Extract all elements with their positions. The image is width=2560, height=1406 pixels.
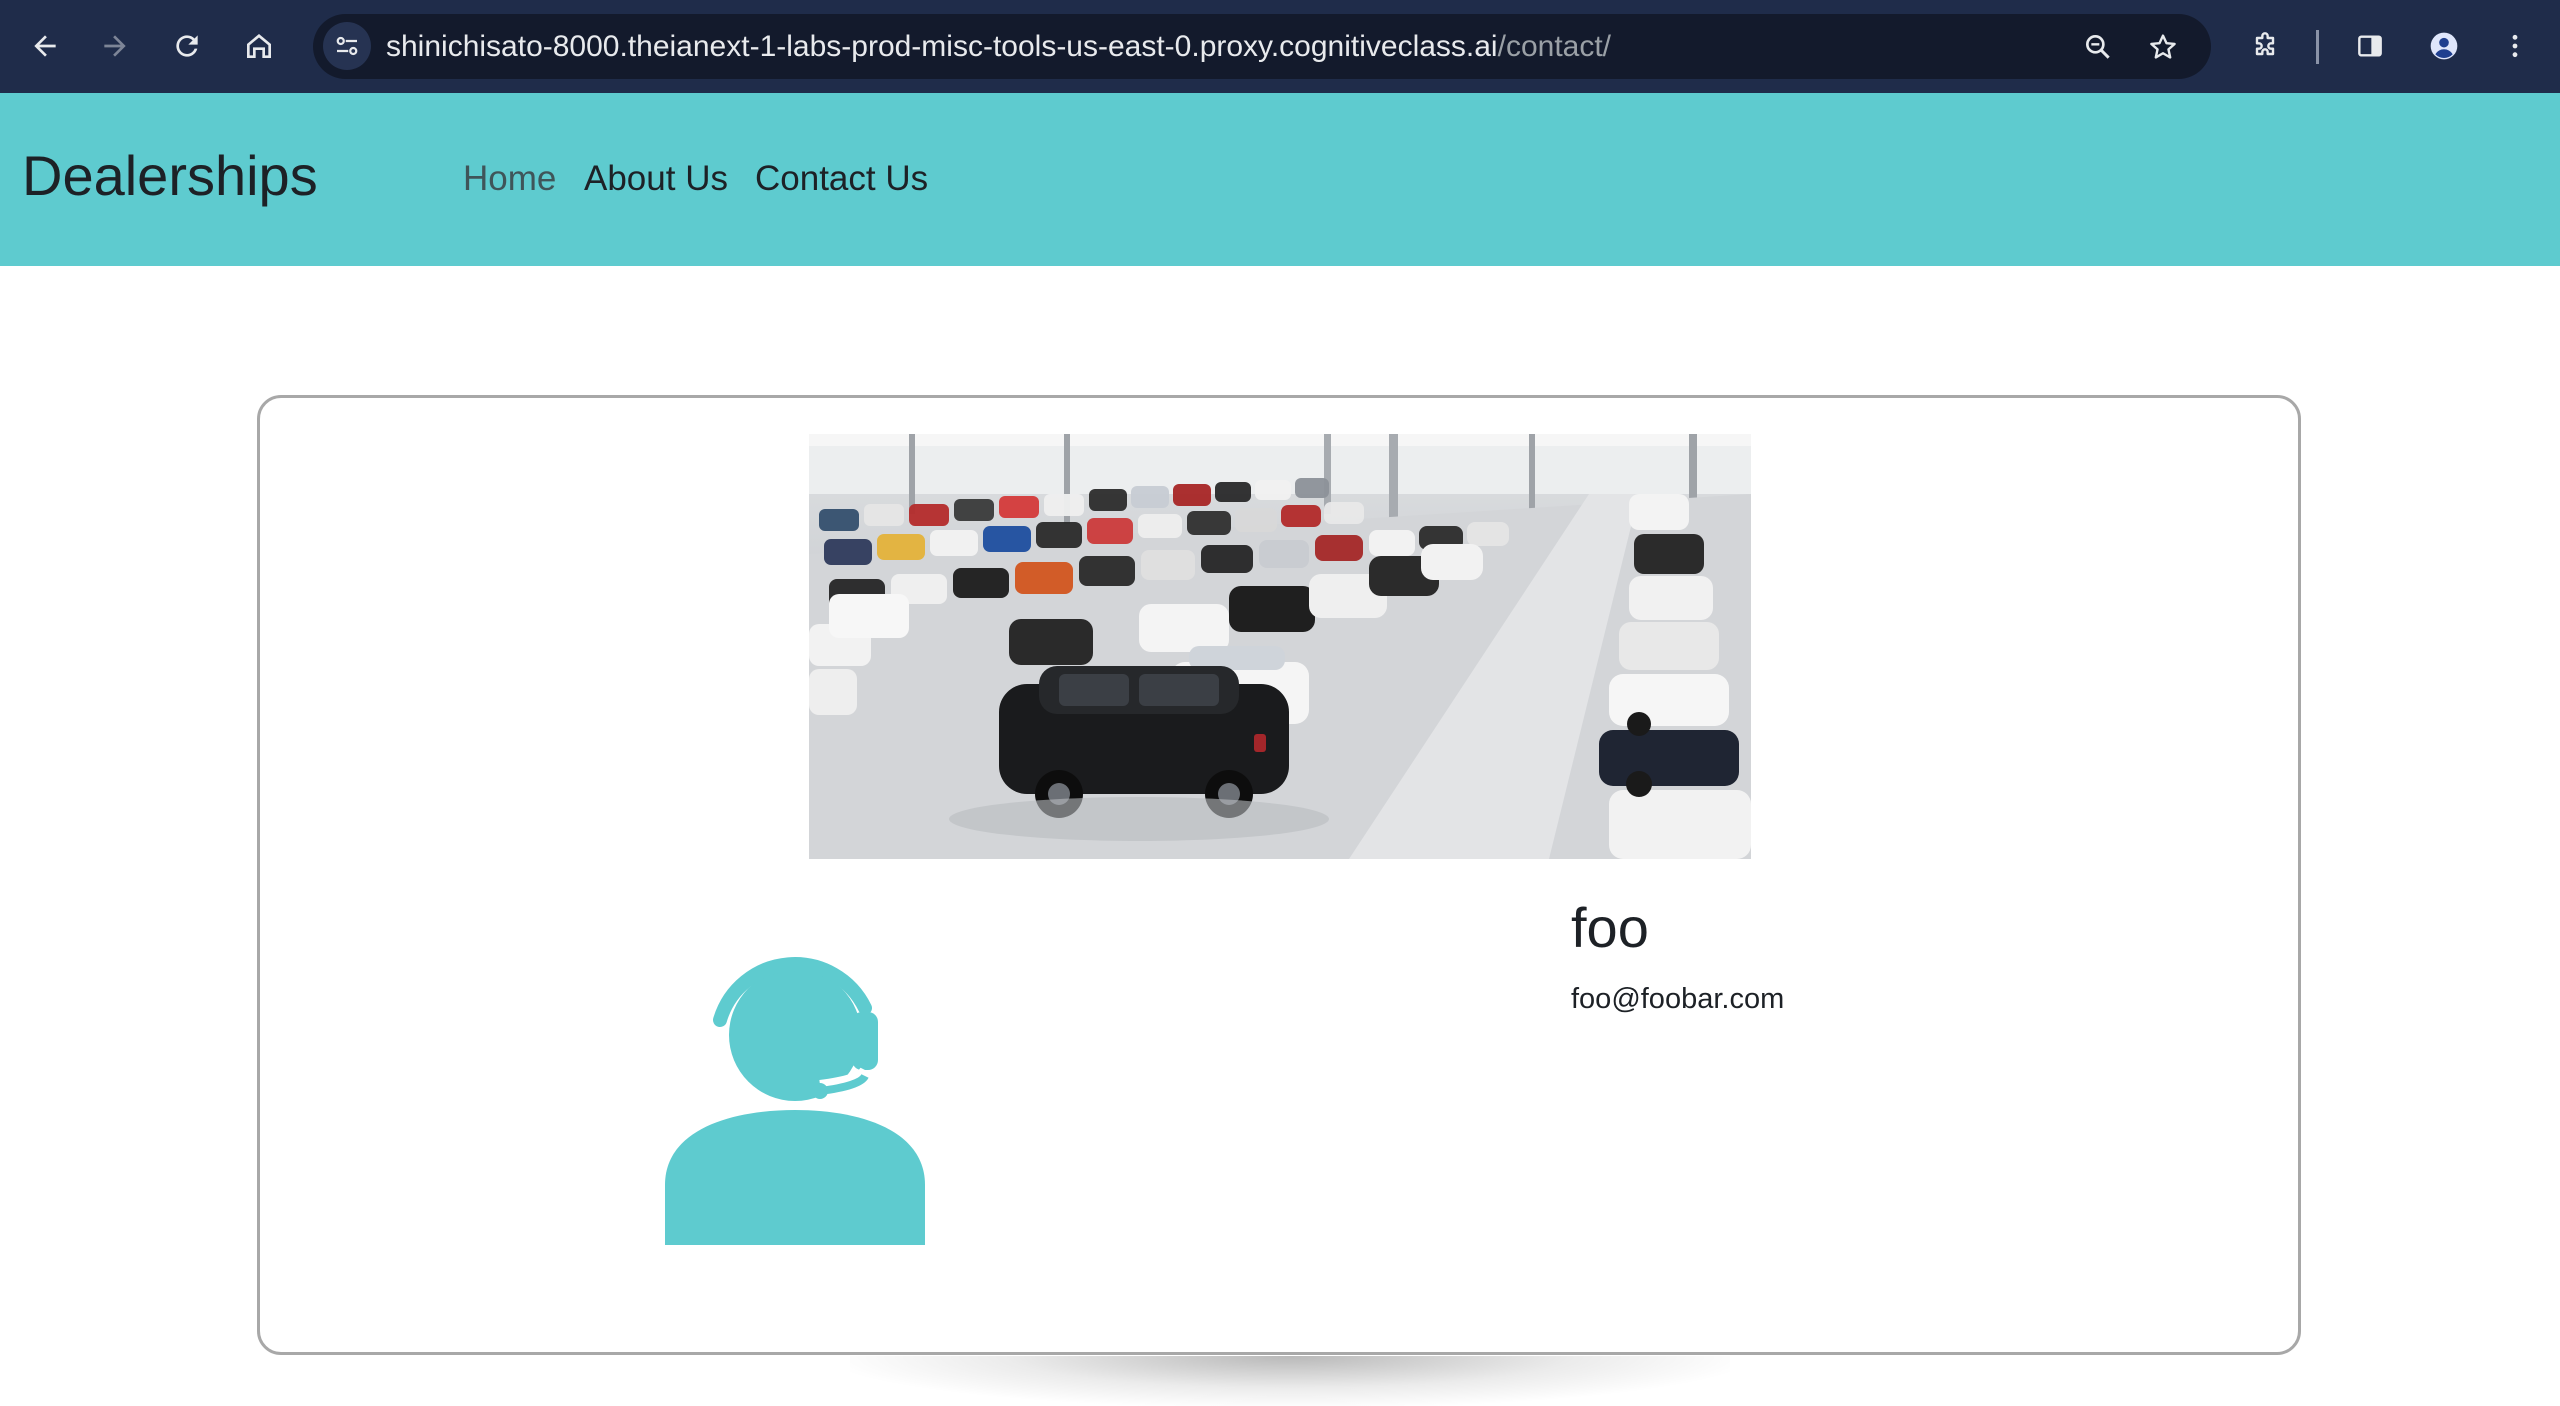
car-lot-illustration	[809, 434, 1751, 859]
tune-icon	[336, 36, 358, 56]
url-host: shinichisato-8000.theianext-1-labs-prod-…	[386, 30, 1498, 63]
support-agent-icon	[665, 957, 925, 1245]
reload-button[interactable]	[161, 20, 213, 72]
arrow-right-icon	[104, 35, 126, 57]
home-button[interactable]	[233, 20, 285, 72]
star-icon	[2150, 34, 2176, 59]
car-lot-image	[809, 434, 1751, 859]
puzzle-icon	[2255, 32, 2275, 56]
profile-icon	[2430, 32, 2458, 60]
browser-toolbar: shinichisato-8000.theianext-1-labs-prod-…	[0, 0, 2560, 93]
arrow-left-icon	[34, 35, 56, 57]
contact-name: foo	[1571, 896, 1649, 959]
address-bar[interactable]: shinichisato-8000.theianext-1-labs-prod-…	[313, 14, 2211, 79]
back-button[interactable]	[19, 20, 71, 72]
zoom-button[interactable]	[2075, 24, 2121, 70]
site-info-button[interactable]	[323, 22, 371, 70]
forward-button[interactable]	[89, 20, 141, 72]
nav-link-about-us[interactable]: About Us	[584, 159, 728, 199]
kebab-menu-icon	[2512, 34, 2518, 58]
home-icon	[247, 34, 271, 58]
card-shadow	[850, 1356, 1730, 1406]
site-navbar: Dealerships Home About Us Contact Us	[0, 93, 2560, 266]
contact-email: foo@foobar.com	[1571, 983, 1785, 1015]
nav-link-contact-us[interactable]: Contact Us	[755, 159, 928, 199]
url-path: /contact/	[1497, 30, 1612, 63]
url-text: shinichisato-8000.theianext-1-labs-prod-…	[386, 14, 1611, 79]
brand-title[interactable]: Dealerships	[22, 143, 318, 208]
browser-menu-button[interactable]	[2489, 20, 2541, 72]
side-panel-icon	[2358, 35, 2382, 57]
nav-link-home[interactable]: Home	[463, 159, 556, 199]
bookmark-button[interactable]	[2140, 24, 2186, 70]
extensions-button[interactable]	[2239, 20, 2291, 72]
side-panel-button[interactable]	[2344, 20, 2396, 72]
toolbar-separator	[2316, 30, 2319, 64]
profile-button[interactable]	[2418, 20, 2470, 72]
reload-icon	[176, 35, 198, 57]
zoom-icon	[2086, 34, 2110, 59]
